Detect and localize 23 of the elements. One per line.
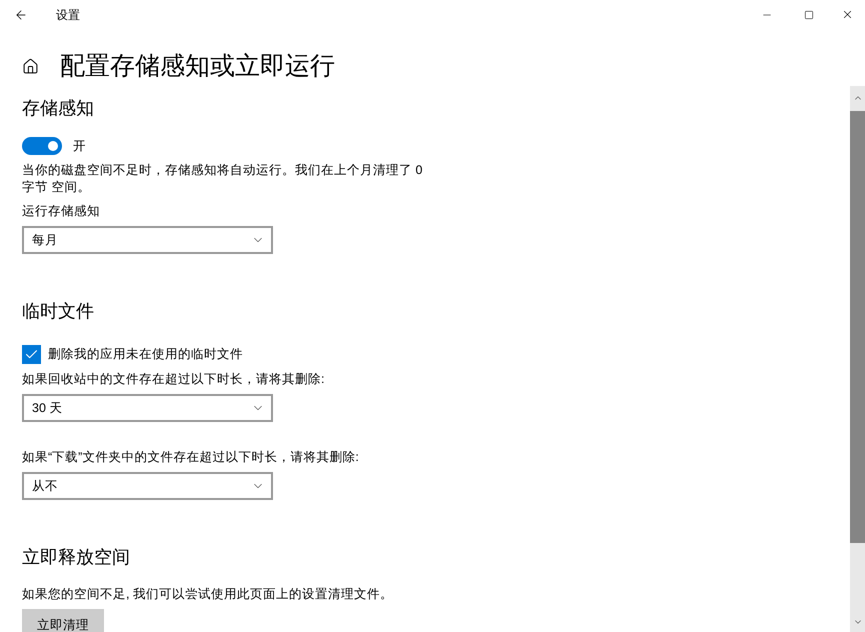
scrollbar-thumb[interactable] [850,111,865,543]
dropdown[interactable]: 30 天 [22,394,273,422]
description-text: 如果您的空间不足, 我们可以尝试使用此页面上的设置清理文件。 [22,586,394,603]
checkbox-label: 删除我的应用未在使用的临时文件 [48,346,243,362]
dropdown[interactable]: 从不 [22,472,273,500]
description-text: 当你的磁盘空间不足时，存储感知将自动运行。我们在上个月清理了 0 字节 空间。 [22,162,424,196]
dropdown-label: 如果“下载”文件夹中的文件存在超过以下时长，请将其删除: [22,449,359,466]
scrollbar[interactable] [850,86,865,632]
dropdown-label: 运行存储感知 [22,203,100,220]
section-heading: 存储感知 [22,97,94,120]
home-icon[interactable] [22,58,39,74]
section-heading: 立即释放空间 [22,546,130,569]
dropdown[interactable]: 每月 [22,226,273,254]
section-heading: 临时文件 [22,300,94,323]
page-title: 配置存储感知或立即运行 [60,51,335,82]
clean-now-button[interactable]: 立即清理 [22,609,104,632]
toggle-label: 开 [73,138,86,154]
close-icon [841,8,854,21]
checkbox[interactable] [22,344,41,364]
toggle-switch[interactable] [22,137,62,155]
maximize-icon [804,10,814,20]
window-title: 设置 [56,6,80,24]
dropdown-label: 如果回收站中的文件存在超过以下时长，请将其删除: [22,371,324,388]
